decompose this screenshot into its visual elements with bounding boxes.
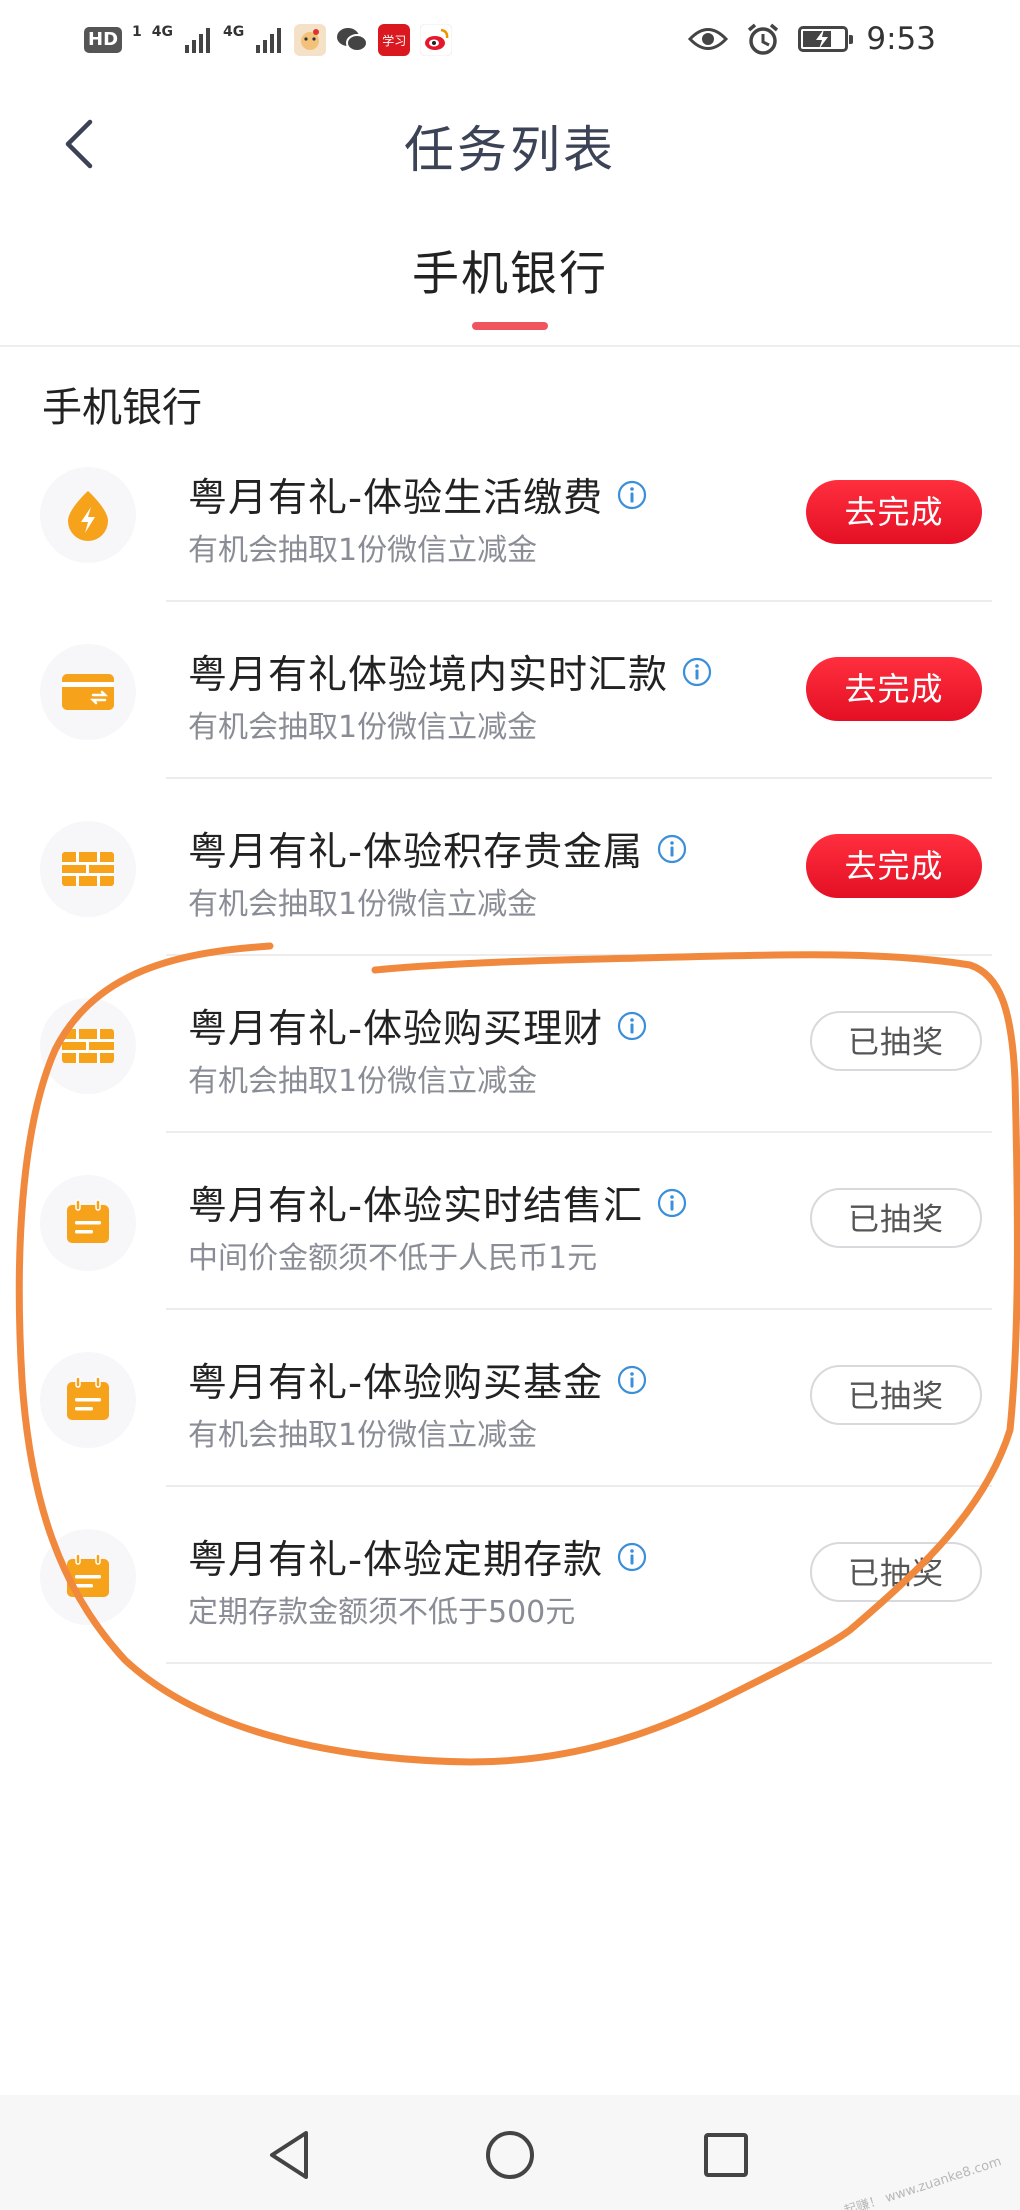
task-title-text: 粤月有礼-体验购买基金 xyxy=(188,1361,604,1406)
info-icon[interactable] xyxy=(617,1542,647,1572)
nav-back-button[interactable] xyxy=(262,2125,322,2185)
status-bar-left: HD 1 4G 4G 学习 xyxy=(84,20,453,60)
drawn-status-button[interactable]: 已抽奖 xyxy=(810,1365,982,1425)
info-icon[interactable] xyxy=(617,1365,647,1395)
status-time: 9:53 xyxy=(866,21,936,57)
task-title: 粤月有礼-体验购买理财 xyxy=(188,998,647,1054)
alarm-icon xyxy=(748,23,779,55)
battery-charging-icon xyxy=(798,26,854,52)
go-complete-button[interactable]: 去完成 xyxy=(806,657,982,721)
active-tab-indicator xyxy=(472,322,548,330)
signal-1-icon xyxy=(185,28,210,53)
network-type-1: 4G xyxy=(151,24,173,40)
task-row: 粤月有礼-体验定期存款 定期存款金额须不低于500元 已抽奖 xyxy=(0,1487,1020,1664)
calendar-icon xyxy=(40,1175,136,1271)
task-subtitle: 有机会抽取1份微信立减金 xyxy=(188,887,538,922)
task-title-text: 粤月有礼-体验积存贵金属 xyxy=(188,830,644,875)
task-subtitle: 中间价金额须不低于人民币1元 xyxy=(188,1241,598,1276)
sim-slot-label: 1 xyxy=(132,24,142,40)
task-row: 粤月有礼体验境内实时汇款 有机会抽取1份微信立减金 去完成 xyxy=(0,602,1020,779)
task-row: 粤月有礼-体验生活缴费 有机会抽取1份微信立减金 去完成 xyxy=(0,425,1020,602)
go-complete-button[interactable]: 去完成 xyxy=(806,834,982,898)
wechat-icon xyxy=(337,28,369,52)
gold-bar-icon xyxy=(40,998,136,1094)
task-title-text: 粤月有礼-体验生活缴费 xyxy=(188,476,604,521)
calendar-icon xyxy=(40,1352,136,1448)
task-subtitle: 有机会抽取1份微信立减金 xyxy=(188,1064,538,1099)
eye-icon xyxy=(688,28,729,50)
home-circle-icon xyxy=(486,2131,534,2179)
task-title-text: 粤月有礼-体验定期存款 xyxy=(188,1538,604,1583)
task-subtitle: 有机会抽取1份微信立减金 xyxy=(188,533,538,568)
info-icon[interactable] xyxy=(657,834,687,864)
task-title: 粤月有礼-体验实时结售汇 xyxy=(188,1175,687,1231)
back-triangle-icon xyxy=(270,2131,308,2179)
task-title: 粤月有礼-体验积存贵金属 xyxy=(188,821,687,877)
card-transfer-icon xyxy=(40,644,136,740)
task-row: 粤月有礼-体验积存贵金属 有机会抽取1份微信立减金 去完成 xyxy=(0,779,1020,956)
task-title: 粤月有礼体验境内实时汇款 xyxy=(188,644,712,700)
task-list: 粤月有礼-体验生活缴费 有机会抽取1份微信立减金 去完成 粤月有礼体验境内实时汇… xyxy=(0,425,1020,1664)
recents-square-icon xyxy=(704,2133,748,2177)
hd-badge: HD xyxy=(84,27,123,53)
tab-mobile-banking[interactable]: 手机银行 xyxy=(390,235,630,304)
task-subtitle: 定期存款金额须不低于500元 xyxy=(188,1595,576,1630)
weibo-icon xyxy=(420,24,453,56)
task-title: 粤月有礼-体验生活缴费 xyxy=(188,467,647,523)
info-icon[interactable] xyxy=(682,657,712,687)
task-title-text: 粤月有礼体验境内实时汇款 xyxy=(188,653,669,698)
screen: HD 1 4G 4G 学习 9:53 任务列表 手机银行 手机银行 粤月有礼-体… xyxy=(0,0,1020,2210)
task-row: 粤月有礼-体验购买理财 有机会抽取1份微信立减金 已抽奖 xyxy=(0,956,1020,1133)
info-icon[interactable] xyxy=(617,480,647,510)
info-icon[interactable] xyxy=(617,1011,647,1041)
study-app-label: 学习 xyxy=(382,33,407,48)
app-notification-icon xyxy=(294,24,327,56)
task-title-text: 粤月有礼-体验购买理财 xyxy=(188,1007,604,1052)
info-icon[interactable] xyxy=(657,1188,687,1218)
status-bar-right: 9:53 xyxy=(688,16,936,62)
drawn-status-button[interactable]: 已抽奖 xyxy=(810,1011,982,1071)
status-bar: HD 1 4G 4G 学习 9:53 xyxy=(0,0,1020,80)
task-title: 粤月有礼-体验定期存款 xyxy=(188,1529,647,1585)
calendar-icon xyxy=(40,1529,136,1625)
task-row: 粤月有礼-体验实时结售汇 中间价金额须不低于人民币1元 已抽奖 xyxy=(0,1133,1020,1310)
task-title-text: 粤月有礼-体验实时结售汇 xyxy=(188,1184,644,1229)
header: 任务列表 xyxy=(0,90,1020,195)
network-type-2: 4G xyxy=(223,24,245,40)
task-row: 粤月有礼-体验购买基金 有机会抽取1份微信立减金 已抽奖 xyxy=(0,1310,1020,1487)
gold-bar-icon xyxy=(40,821,136,917)
task-subtitle: 有机会抽取1份微信立减金 xyxy=(188,710,538,745)
drawn-status-button[interactable]: 已抽奖 xyxy=(810,1542,982,1602)
tab-bar: 手机银行 xyxy=(0,225,1020,347)
nav-recents-button[interactable] xyxy=(696,2125,756,2185)
study-app-icon: 学习 xyxy=(378,24,411,56)
page-title: 任务列表 xyxy=(404,121,616,179)
lightning-icon xyxy=(40,467,136,563)
signal-2-icon xyxy=(256,28,282,53)
nav-home-button[interactable] xyxy=(480,2125,540,2185)
drawn-status-button[interactable]: 已抽奖 xyxy=(810,1188,982,1248)
task-subtitle: 有机会抽取1份微信立减金 xyxy=(188,1418,538,1453)
task-title: 粤月有礼-体验购买基金 xyxy=(188,1352,647,1408)
go-complete-button[interactable]: 去完成 xyxy=(806,480,982,544)
